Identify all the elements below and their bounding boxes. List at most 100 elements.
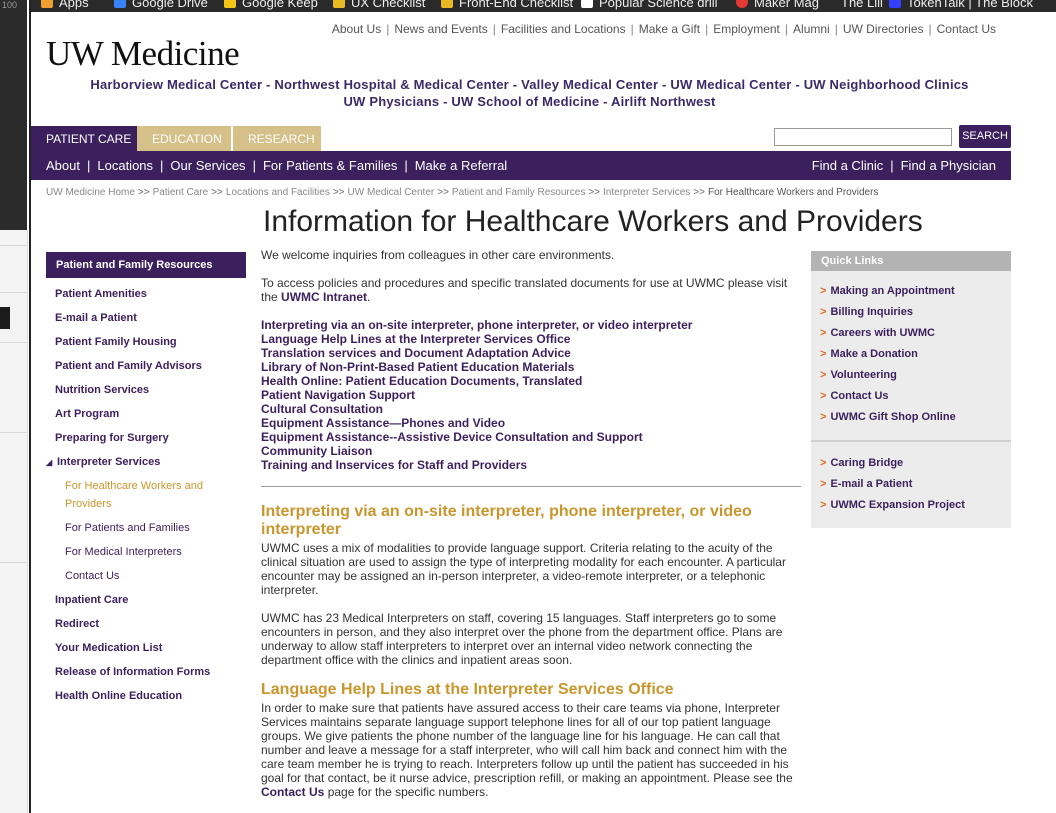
arrow-icon: > [820,348,827,360]
quick-link[interactable]: > Caring Bridge [820,457,903,469]
topic-link[interactable]: Equipment Assistance—Phones and Video [261,416,801,430]
sidebar-item[interactable]: Health Online Education [46,684,246,708]
search-input[interactable] [774,128,952,146]
topic-link[interactable]: Equipment Assistance--Assistive Device C… [261,430,801,444]
topic-link[interactable]: Training and Inservices for Staff and Pr… [261,458,801,472]
topic-link[interactable]: Translation services and Document Adapta… [261,346,801,360]
sidebar-item[interactable]: Redirect [46,612,246,636]
sidebar-subitem[interactable]: For Medical Interpreters [46,540,246,564]
bookmark-maker-mag[interactable]: Maker Mag [736,0,819,10]
util-facilities[interactable]: Facilities and Locations [501,22,626,36]
sidebar-item[interactable]: E-mail a Patient [46,306,246,330]
main-content: We welcome inquiries from colleagues in … [261,248,801,799]
sidebar-item-interpreter-services[interactable]: ◢ Interpreter Services [46,450,246,474]
topic-link[interactable]: Community Liaison [261,444,801,458]
sidebar-item[interactable]: Preparing for Surgery [46,426,246,450]
entities-line-2[interactable]: UW Physicians - UW School of Medicine - … [31,93,1028,110]
bookmark-the-lili[interactable]: The Lili [841,0,883,10]
quick-link[interactable]: > Volunteering [820,369,897,381]
sidebar-item[interactable]: Inpatient Care [46,588,246,612]
contact-us-link[interactable]: Contact Us [261,785,324,799]
search-button[interactable]: SEARCH [959,125,1011,148]
crumb-locations[interactable]: Locations and Facilities [226,187,330,198]
crumb-uwmc[interactable]: UW Medical Center [348,187,435,198]
util-news-events[interactable]: News and Events [394,22,487,36]
util-contact-us[interactable]: Contact Us [937,22,996,36]
tokentalk-icon [889,0,901,8]
crumb-patient-care[interactable]: Patient Care [153,187,209,198]
entities-list: Harborview Medical Center - Northwest Ho… [31,76,1028,110]
sidebar-subitem[interactable]: For Patients and Families [46,516,246,540]
util-about-us[interactable]: About Us [332,22,381,36]
popsci-icon [581,0,593,8]
sidebar-subitem-current[interactable]: For Healthcare Workers and Providers [46,474,246,516]
quick-link[interactable]: > E-mail a Patient [820,478,912,490]
topic-link[interactable]: Library of Non-Print-Based Patient Educa… [261,360,801,374]
util-make-gift[interactable]: Make a Gift [639,22,700,36]
arrow-icon: > [820,499,827,511]
sidebar-item[interactable]: Patient Amenities [46,282,246,306]
topic-link[interactable]: Health Online: Patient Education Documen… [261,374,801,388]
tab-research[interactable]: RESEARCH [233,126,321,151]
nav-patients-families[interactable]: For Patients & Families [263,158,397,173]
quick-link[interactable]: > Contact Us [820,390,889,402]
bookmark-tokentalk[interactable]: TokenTalk | The Block [889,0,1033,10]
policies-text: To access policies and procedures and sp… [261,276,788,304]
nav-make-referral[interactable]: Make a Referral [415,158,507,173]
topic-link[interactable]: Interpreting via an on-site interpreter,… [261,318,801,332]
sidebar-nav: Patient and Family Resources Patient Ame… [46,252,246,708]
quick-link[interactable]: > Making an Appointment [820,285,955,297]
sidebar-item[interactable]: Your Medication List [46,636,246,660]
quick-link[interactable]: > Make a Donation [820,348,918,360]
divider [0,432,27,433]
sidebar-item[interactable]: Nutrition Services [46,378,246,402]
util-employment[interactable]: Employment [713,22,780,36]
sidebar-item[interactable]: Patient and Family Advisors [46,354,246,378]
sidebar-subitem[interactable]: Contact Us [46,564,246,588]
topic-link[interactable]: Cultural Consultation [261,402,801,416]
uw-medicine-logo[interactable]: UW Medicine [46,34,240,74]
entities-line-1[interactable]: Harborview Medical Center - Northwest Ho… [31,76,1028,93]
folder-icon [333,0,345,8]
folder-icon [441,0,453,8]
arrow-icon: > [820,457,827,469]
nav-our-services[interactable]: Our Services [170,158,245,173]
quick-link[interactable]: > Careers with UWMC [820,327,935,339]
crumb-patient-family[interactable]: Patient and Family Resources [452,187,585,198]
bookmark-popular-science[interactable]: Popular Science drill [581,0,718,10]
nav-find-clinic[interactable]: Find a Clinic [812,158,884,173]
quick-link[interactable]: > Billing Inquiries [820,306,913,318]
bookmark-google-drive[interactable]: Google Drive [114,0,208,10]
nav-about[interactable]: About [46,158,80,173]
quick-link[interactable]: > UWMC Gift Shop Online [820,411,956,423]
quick-link[interactable]: > UWMC Expansion Project [820,499,965,511]
topic-link[interactable]: Patient Navigation Support [261,388,801,402]
sidebar-heading[interactable]: Patient and Family Resources [46,252,246,278]
crumb-home[interactable]: UW Medicine Home [46,187,135,198]
bookmark-apps[interactable]: Apps [41,0,89,10]
breadcrumb: UW Medicine Home >> Patient Care >> Location… [46,187,879,198]
topic-link[interactable]: Language Help Lines at the Interpreter S… [261,332,801,346]
section-heading-interpreting: Interpreting via an on-site interpreter,… [261,503,752,538]
nav-locations[interactable]: Locations [97,158,153,173]
nav-find-physician[interactable]: Find a Physician [901,158,996,173]
arrow-icon: > [820,306,827,318]
quick-links-heading: Quick Links [811,251,1011,271]
apps-icon [41,0,53,8]
bookmark-ux-checklist[interactable]: UX Checklist [333,0,425,10]
dark-panel [0,0,27,230]
sidebar-item[interactable]: Patient Family Housing [46,330,246,354]
bookmark-front-end-checklist[interactable]: Front-End Checklist [441,0,573,10]
crumb-interpreter[interactable]: Interpreter Services [603,187,690,198]
uwmc-intranet-link[interactable]: UWMC Intranet [281,290,367,304]
util-alumni[interactable]: Alumni [793,22,830,36]
sidebar-item[interactable]: Release of Information Forms [46,660,246,684]
bookmark-google-keep[interactable]: Google Keep [224,0,318,10]
apple-icon[interactable] [0,307,10,329]
arrow-icon: > [820,285,827,297]
page-title: Information for Healthcare Workers and P… [263,205,923,238]
tab-patient-care[interactable]: PATIENT CARE [31,126,137,151]
util-directories[interactable]: UW Directories [843,22,924,36]
sidebar-item[interactable]: Art Program [46,402,246,426]
tab-education[interactable]: EDUCATION [137,126,231,151]
